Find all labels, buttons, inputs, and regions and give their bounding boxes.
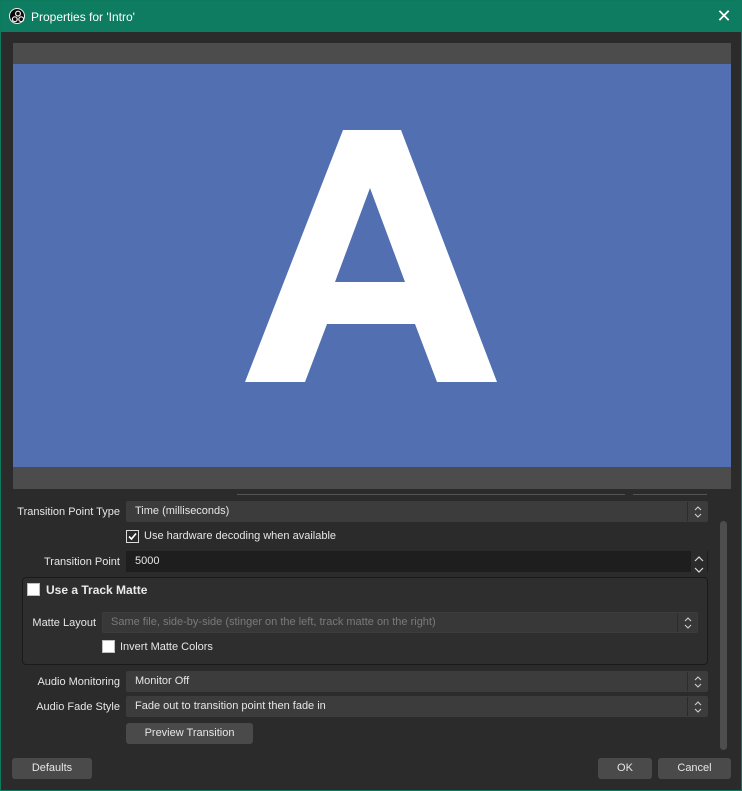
defaults-button[interactable]: Defaults <box>12 758 92 779</box>
spin-buttons <box>691 551 707 573</box>
preview-area <box>13 43 731 489</box>
divider <box>237 494 625 495</box>
audio-fade-style-label: Audio Fade Style <box>36 701 120 713</box>
invert-matte-label[interactable]: Invert Matte Colors <box>120 641 213 653</box>
preview-image <box>245 130 497 382</box>
matte-layout-value: Same file, side-by-side (stinger on the … <box>111 616 436 628</box>
audio-fade-style-value: Fade out to transition point then fade i… <box>135 700 326 712</box>
hardware-decoding-checkbox[interactable] <box>126 530 139 543</box>
transition-point-value: 5000 <box>135 555 160 567</box>
spin-up-icon[interactable] <box>692 551 706 562</box>
transition-point-input[interactable]: 5000 <box>126 551 708 573</box>
transition-point-type-label: Transition Point Type <box>17 506 120 518</box>
hardware-decoding-label[interactable]: Use hardware decoding when available <box>144 530 336 542</box>
transition-point-type-value: Time (milliseconds) <box>135 505 230 517</box>
track-matte-group: Use a Track Matte Matte Layout Same file… <box>22 577 708 665</box>
chevron-updown-icon <box>687 697 707 716</box>
audio-monitoring-label: Audio Monitoring <box>37 676 120 688</box>
scrollbar-thumb[interactable] <box>720 521 727 750</box>
obs-icon <box>9 8 25 24</box>
properties-dialog: Properties for 'Intro' ✕ Transition Poin… <box>0 0 742 791</box>
title-bar: Properties for 'Intro' ✕ <box>1 1 741 32</box>
track-matte-title[interactable]: Use a Track Matte <box>46 583 147 597</box>
vertical-scrollbar[interactable] <box>719 521 728 750</box>
close-icon[interactable]: ✕ <box>715 7 733 25</box>
invert-matte-checkbox[interactable] <box>102 640 115 653</box>
audio-monitoring-value: Monitor Off <box>135 675 190 687</box>
preview-transition-button[interactable]: Preview Transition <box>126 723 253 744</box>
window-title: Properties for 'Intro' <box>31 10 135 24</box>
ok-button[interactable]: OK <box>598 758 652 779</box>
audio-fade-style-select[interactable]: Fade out to transition point then fade i… <box>126 696 708 717</box>
track-matte-checkbox[interactable] <box>27 583 40 596</box>
checkmark-icon <box>128 532 137 541</box>
matte-layout-label: Matte Layout <box>32 617 96 629</box>
cancel-button[interactable]: Cancel <box>658 758 731 779</box>
divider <box>633 494 707 495</box>
matte-layout-select[interactable]: Same file, side-by-side (stinger on the … <box>102 612 698 633</box>
chevron-updown-icon <box>687 502 707 521</box>
preview-canvas <box>13 64 731 467</box>
chevron-updown-icon <box>687 672 707 691</box>
transition-point-type-select[interactable]: Time (milliseconds) <box>126 501 708 522</box>
transition-point-label: Transition Point <box>43 556 120 568</box>
audio-monitoring-select[interactable]: Monitor Off <box>126 671 708 692</box>
letter-a-glyph <box>245 130 497 382</box>
spin-down-icon[interactable] <box>692 562 706 573</box>
chevron-updown-icon <box>677 613 697 632</box>
